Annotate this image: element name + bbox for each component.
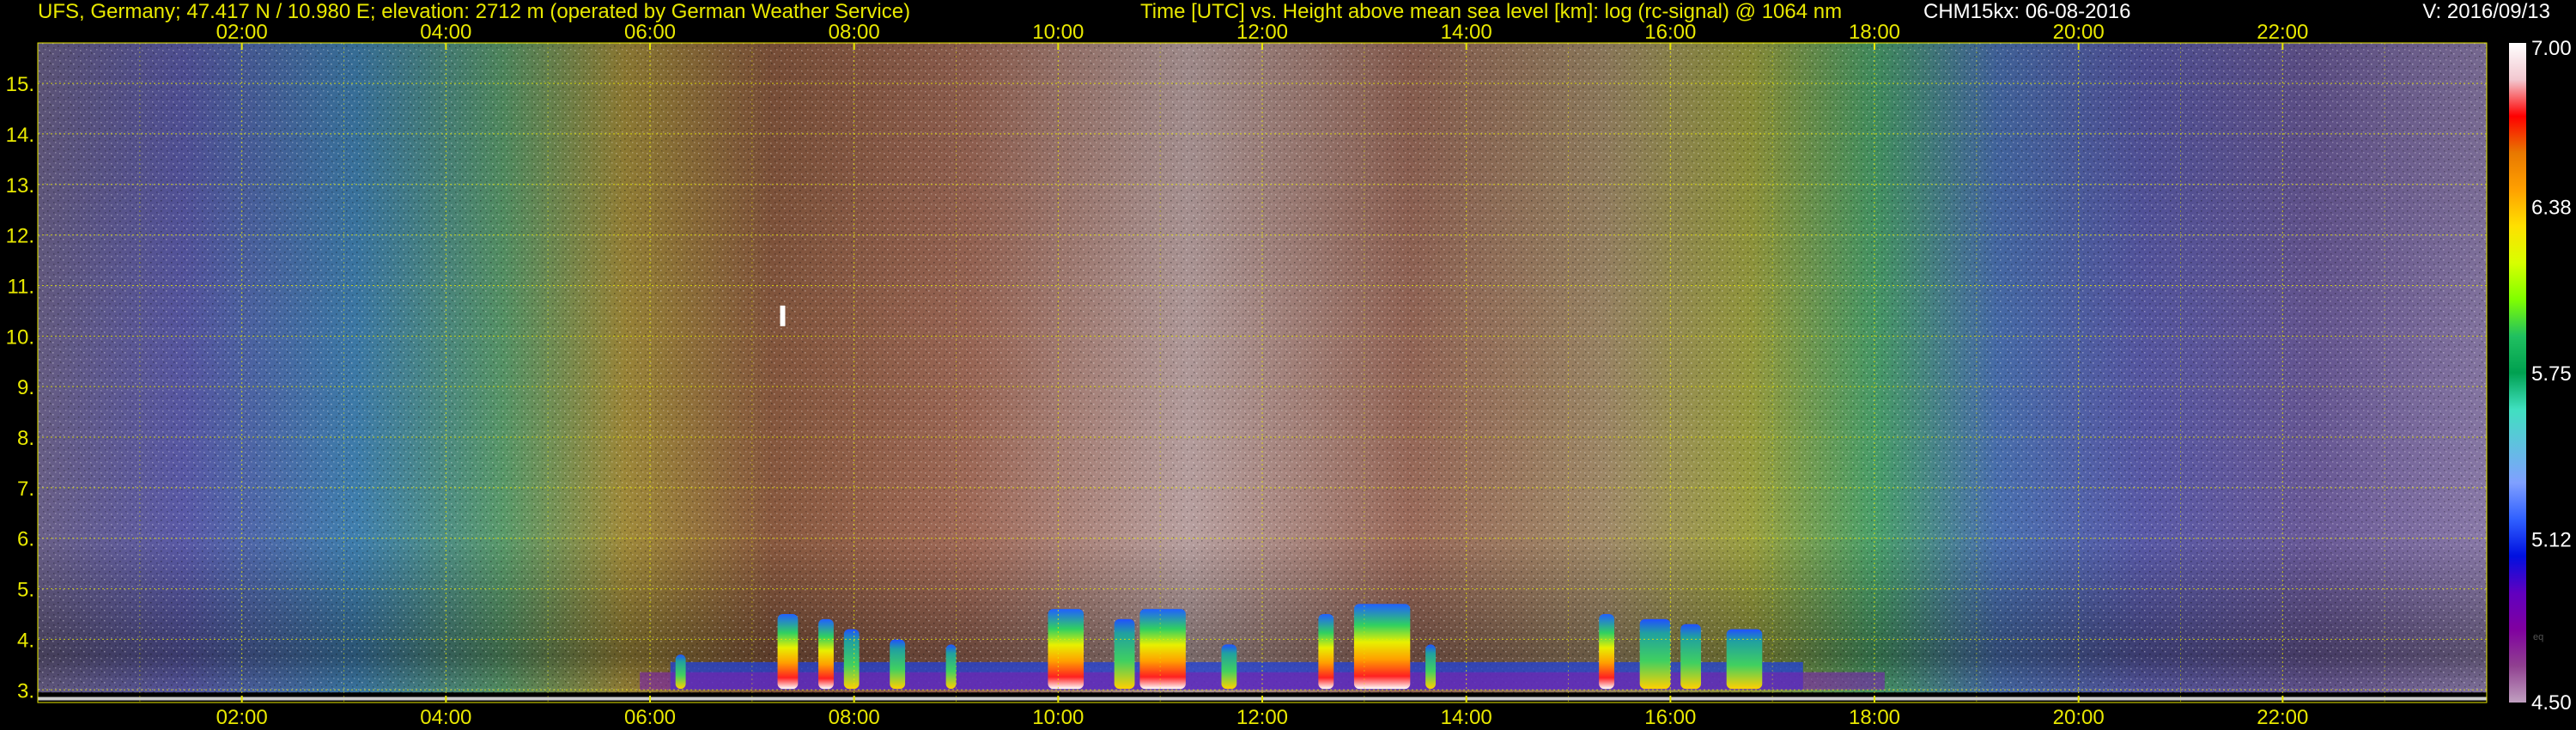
- aerosol-plume: [1139, 609, 1186, 690]
- x-tick-label-top: 02:00: [216, 21, 268, 44]
- x-tick-label-top: 14:00: [1441, 21, 1492, 44]
- x-tick-label-top: 18:00: [1849, 21, 1900, 44]
- x-tick-label-bottom: 12:00: [1236, 706, 1288, 729]
- colorbar-tick-label: 5.12: [2531, 529, 2572, 552]
- colorbar-tick-label: 4.50: [2531, 691, 2572, 715]
- aerosol-plume: [843, 629, 860, 690]
- y-tick-label: 15.: [6, 73, 34, 96]
- y-tick-label: 7.: [17, 478, 34, 501]
- aerosol-plume: [818, 618, 834, 690]
- aerosol-plume: [1680, 624, 1701, 690]
- colorbar-tick-label: 6.38: [2531, 196, 2572, 219]
- x-tick-label-bottom: 02:00: [216, 706, 268, 729]
- x-tick-label-top: 22:00: [2257, 21, 2308, 44]
- y-tick-label: 14.: [6, 124, 34, 147]
- y-tick-label: 9.: [17, 376, 34, 399]
- aerosol-plume: [1639, 618, 1671, 690]
- aerosol-plume: [675, 654, 686, 690]
- x-tick-label-top: 16:00: [1644, 21, 1696, 44]
- x-tick-label-bottom: 10:00: [1032, 706, 1084, 729]
- aerosol-plume: [1318, 614, 1334, 690]
- aerosol-plume: [1726, 629, 1763, 690]
- x-tick-label-top: 12:00: [1236, 21, 1288, 44]
- cirrus-signal: [780, 305, 786, 326]
- x-tick-label-bottom: 06:00: [624, 706, 676, 729]
- colorbar-tick-label: 5.75: [2531, 362, 2572, 386]
- aerosol-plume: [945, 644, 957, 690]
- aerosol-plume: [890, 639, 906, 690]
- y-tick-label: 11.: [7, 275, 34, 298]
- y-tick-label: 13.: [6, 174, 34, 198]
- y-tick-label: 10.: [6, 325, 34, 349]
- colorbar: 7.00 6.38 5.75 5.12 4.50 eq: [2509, 37, 2572, 715]
- x-tick-label-bottom: 14:00: [1441, 706, 1492, 729]
- aerosol-plume: [1048, 609, 1084, 690]
- aerosol-plume: [1425, 644, 1437, 690]
- x-tick-label-bottom: 18:00: [1849, 706, 1900, 729]
- aerosol-plume: [777, 614, 799, 690]
- y-tick-label: 4.: [17, 629, 34, 652]
- aerosol-plume: [1599, 614, 1614, 690]
- x-tick-label-top: 06:00: [624, 21, 676, 44]
- colorbar-scale: [2509, 43, 2526, 703]
- x-tick-label-bottom: 22:00: [2257, 706, 2308, 729]
- x-tick-label-top: 10:00: [1032, 21, 1084, 44]
- aerosol-plume: [1353, 604, 1411, 690]
- aerosol-plume: [1114, 618, 1135, 690]
- aerosol-plume: [1221, 644, 1237, 690]
- y-tick-label: 3.: [17, 679, 34, 703]
- x-tick-label-bottom: 08:00: [829, 706, 880, 729]
- ceilometer-chart: 02:00 02:00 04:00 04:00 06:00 06:00 08:00 08:00…: [6, 21, 2572, 729]
- colorbar-small-label: eq: [2533, 632, 2543, 642]
- x-tick-label-top: 04:00: [420, 21, 471, 44]
- x-tick-label-top: 20:00: [2053, 21, 2105, 44]
- x-tick-label-top: 08:00: [829, 21, 880, 44]
- y-tick-label: 12.: [6, 225, 34, 248]
- y-tick-label: 8.: [17, 427, 34, 450]
- x-tick-label-bottom: 20:00: [2053, 706, 2105, 729]
- x-tick-label-bottom: 16:00: [1644, 706, 1696, 729]
- x-tick-label-bottom: 04:00: [420, 706, 471, 729]
- y-tick-label: 6.: [17, 528, 34, 551]
- y-tick-label: 5.: [17, 579, 34, 602]
- colorbar-tick-label: 7.00: [2531, 37, 2572, 60]
